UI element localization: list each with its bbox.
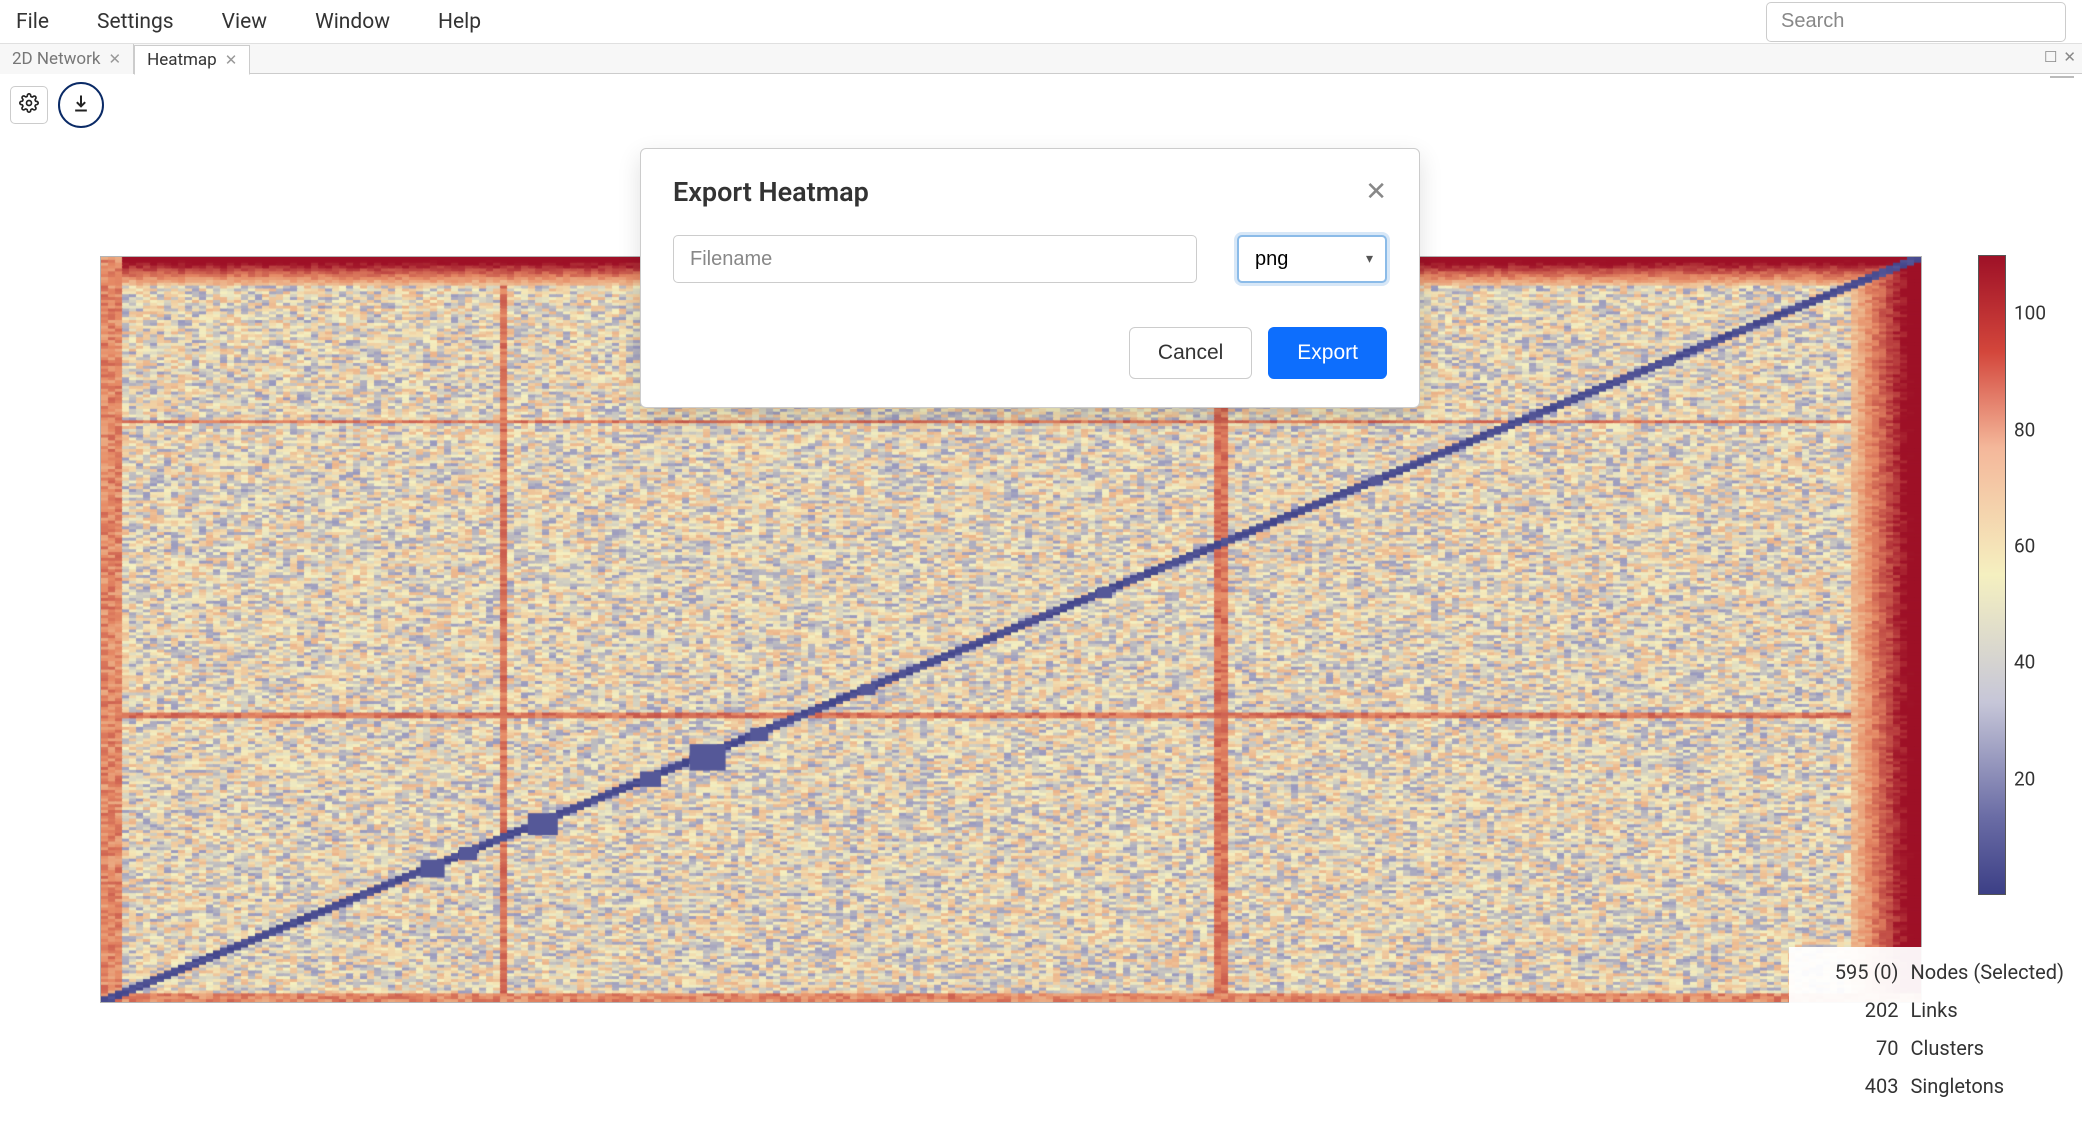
stats-row-nodes: 595 (0) Nodes (Selected) — [1799, 953, 2065, 991]
stats-value: 70 — [1799, 1029, 1899, 1067]
stats-row-singletons: 403 Singletons — [1799, 1067, 2065, 1105]
colorbar-tick: 40 — [2014, 651, 2035, 674]
search-wrap — [1766, 2, 2066, 42]
window-controls: ☐ ✕ — [2044, 48, 2076, 66]
gear-icon — [19, 93, 39, 117]
tabbar: 2D Network ✕ Heatmap ✕ ☐ ✕ — [0, 44, 2082, 74]
colorbar-tick: 80 — [2014, 418, 2035, 441]
menu-file[interactable]: File — [8, 2, 73, 42]
tab-heatmap[interactable]: Heatmap ✕ — [134, 45, 250, 75]
menu-view[interactable]: View — [198, 2, 291, 42]
cancel-button[interactable]: Cancel — [1129, 327, 1252, 379]
menubar: File Settings View Window Help — [0, 0, 2082, 44]
stats-row-clusters: 70 Clusters — [1799, 1029, 2065, 1067]
stats-value: 403 — [1799, 1067, 1899, 1105]
filename-input[interactable] — [673, 235, 1197, 283]
stats-row-links: 202 Links — [1799, 991, 2065, 1029]
export-button[interactable]: Export — [1268, 327, 1387, 379]
format-select[interactable]: png — [1237, 235, 1387, 283]
stats-value: 202 — [1799, 991, 1899, 1029]
dialog-footer: Cancel Export — [641, 307, 1419, 407]
stats-label: Nodes (Selected) — [1911, 953, 2065, 991]
stats-label: Singletons — [1911, 1067, 2005, 1105]
stats-label: Links — [1911, 991, 1958, 1029]
download-button[interactable] — [58, 82, 104, 128]
stats-panel: 595 (0) Nodes (Selected) 202 Links 70 Cl… — [1789, 947, 2065, 1111]
close-icon[interactable]: ✕ — [1361, 173, 1391, 211]
colorbar: 20 40 60 80 100 — [1978, 255, 2078, 895]
colorbar-tick: 60 — [2014, 534, 2035, 557]
tab-2d-network[interactable]: 2D Network ✕ — [0, 44, 134, 74]
tab-label: Heatmap — [147, 50, 217, 70]
close-icon[interactable]: ✕ — [2063, 48, 2076, 66]
colorbar-gradient — [1978, 255, 2006, 895]
dialog-header: Export Heatmap ✕ — [641, 149, 1419, 235]
colorbar-tick: 100 — [2014, 302, 2046, 325]
menu-help[interactable]: Help — [414, 2, 505, 42]
maximize-icon[interactable]: ☐ — [2044, 48, 2057, 66]
colorbar-tick: 20 — [2014, 767, 2035, 790]
export-dialog: Export Heatmap ✕ png Cancel Export — [640, 148, 1420, 408]
drag-handle-icon[interactable] — [2050, 72, 2074, 78]
toolbar — [0, 74, 2082, 136]
dialog-body: png — [641, 235, 1419, 307]
stats-label: Clusters — [1911, 1029, 1984, 1067]
tab-label: 2D Network — [12, 49, 100, 69]
close-icon[interactable]: ✕ — [225, 51, 238, 69]
download-icon — [71, 93, 91, 117]
search-input[interactable] — [1766, 2, 2066, 42]
format-select-wrap: png — [1237, 235, 1387, 283]
close-icon[interactable]: ✕ — [108, 50, 121, 68]
stats-value: 595 (0) — [1799, 953, 1899, 991]
menu-window[interactable]: Window — [291, 2, 414, 42]
menu-settings[interactable]: Settings — [73, 2, 198, 42]
colorbar-ticks: 20 40 60 80 100 — [2014, 255, 2074, 895]
dialog-title: Export Heatmap — [673, 176, 869, 208]
settings-button[interactable] — [10, 86, 48, 124]
